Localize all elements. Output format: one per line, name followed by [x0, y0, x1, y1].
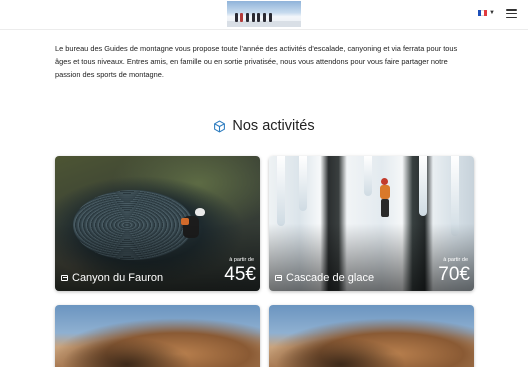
section-heading: Nos activités	[232, 118, 315, 134]
chevron-down-icon: ▼	[489, 10, 495, 16]
price-label: à partir de	[229, 257, 254, 263]
price-label: à partir de	[443, 257, 468, 263]
activity-price: 70€	[438, 264, 470, 285]
activity-card[interactable]	[55, 305, 260, 367]
hamburger-menu-icon[interactable]	[506, 9, 517, 18]
language-selector[interactable]: ▼	[478, 10, 495, 16]
image-icon	[275, 275, 282, 281]
activity-name: Cascade de glace	[275, 272, 374, 284]
cube-icon	[214, 120, 226, 132]
site-header: ▼	[0, 0, 528, 30]
image-icon	[61, 275, 68, 281]
mountain-guides-logo[interactable]	[227, 1, 301, 27]
activity-card-canyon-du-fauron[interactable]: Canyon du Fauron à partir de 45€	[55, 156, 260, 291]
section-title: Nos activités	[0, 118, 528, 134]
activity-price: 45€	[224, 264, 256, 285]
activity-name: Canyon du Fauron	[61, 272, 163, 284]
activity-card[interactable]	[269, 305, 474, 367]
french-flag-icon	[478, 10, 487, 16]
activity-card-cascade-de-glace[interactable]: Cascade de glace à partir de 70€	[269, 156, 474, 291]
intro-text: Le bureau des Guides de montagne vous pr…	[55, 44, 458, 79]
